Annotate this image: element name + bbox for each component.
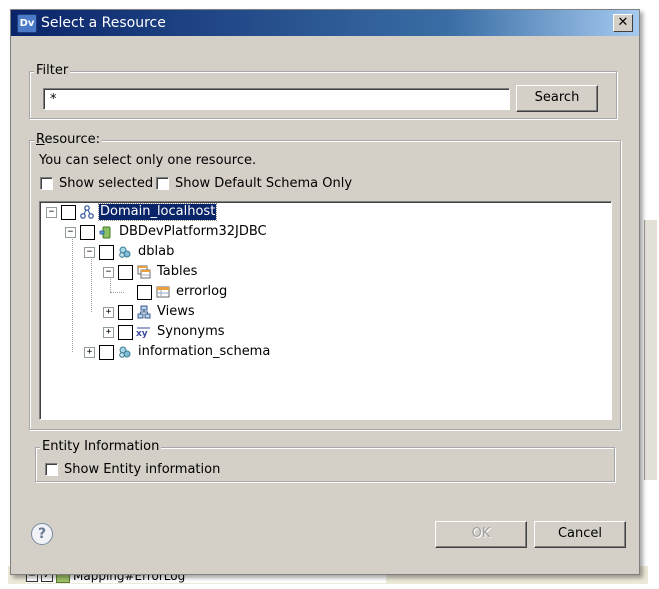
svg-text:xy: xy [136, 329, 148, 339]
select-resource-dialog: Dv Select a Resource ✕ Filter Search Res… [10, 9, 640, 575]
schema-icon [117, 344, 133, 360]
search-button[interactable]: Search [516, 85, 598, 112]
tree-checkbox[interactable] [137, 284, 152, 300]
table-icon [155, 284, 171, 300]
leaf-spacer [122, 287, 133, 298]
ok-button[interactable]: OK [435, 521, 527, 548]
show-selected-checkbox[interactable] [40, 177, 53, 190]
tree-item-label: Synonyms [157, 324, 225, 339]
resource-hint: You can select only one resource. [39, 153, 257, 168]
collapse-icon[interactable]: − [46, 206, 57, 218]
show-default-schema-option[interactable]: Show Default Schema Only [156, 176, 352, 191]
help-icon[interactable]: ? [31, 523, 53, 545]
tree-item-label: information_schema [138, 344, 271, 359]
app-icon: Dv [17, 14, 37, 33]
datasource-icon [98, 224, 114, 240]
tables-icon [136, 264, 152, 280]
tree-item-synonyms[interactable]: + xy Synonyms [103, 323, 226, 341]
close-button[interactable]: ✕ [613, 14, 633, 32]
cancel-button[interactable]: Cancel [534, 521, 626, 548]
filter-input[interactable] [43, 88, 510, 110]
tree-connector [91, 252, 92, 312]
show-default-schema-label: Show Default Schema Only [175, 176, 353, 191]
tree-checkbox[interactable] [118, 324, 133, 340]
tree-checkbox[interactable] [118, 304, 133, 320]
tree-checkbox[interactable] [99, 244, 114, 260]
resource-tree[interactable]: − Domain_localhost − DBDevPlatform32JDBC… [39, 201, 612, 420]
tree-item-domain[interactable]: − Domain_localhost [46, 203, 218, 221]
tree-checkbox[interactable] [99, 344, 114, 360]
tree-item-datasource[interactable]: − DBDevPlatform32JDBC [65, 223, 268, 241]
expand-icon[interactable]: + [103, 326, 114, 338]
schema-icon [117, 244, 133, 260]
collapse-icon[interactable]: − [103, 266, 114, 278]
collapse-icon[interactable]: − [84, 246, 95, 258]
filter-group-label: Filter [34, 63, 71, 79]
tree-item-label: DBDevPlatform32JDBC [119, 224, 267, 239]
dialog-title: Select a Resource [41, 15, 166, 31]
tree-item-label: errorlog [176, 284, 228, 299]
tree-checkbox[interactable] [80, 224, 95, 240]
show-entity-label: Show Entity information [64, 462, 221, 477]
tree-item-tables[interactable]: − Tables [103, 263, 198, 281]
domain-icon [79, 204, 95, 220]
collapse-icon[interactable]: − [65, 226, 76, 238]
tree-item-views[interactable]: + Views [103, 303, 196, 321]
show-entity-checkbox[interactable] [45, 463, 58, 476]
tree-item-information-schema[interactable]: + information_schema [84, 343, 271, 361]
tree-item-label: Tables [157, 264, 198, 279]
resource-group-label: Resource: [34, 132, 103, 148]
tree-item-label: Views [157, 304, 195, 319]
entity-group-label: Entity Information [40, 439, 162, 455]
synonyms-icon: xy [136, 324, 152, 340]
tree-item-errorlog[interactable]: errorlog [122, 283, 228, 301]
expand-icon[interactable]: + [84, 346, 95, 358]
tree-item-label: dblab [138, 244, 175, 259]
tree-checkbox[interactable] [61, 204, 76, 220]
tree-connector [72, 232, 73, 352]
resource-label-rest: esource: [44, 132, 101, 147]
show-default-schema-checkbox[interactable] [156, 177, 169, 190]
views-icon [136, 304, 152, 320]
title-bar[interactable]: Dv Select a Resource ✕ [11, 10, 639, 36]
tree-checkbox[interactable] [118, 264, 133, 280]
tree-item-label: Domain_localhost [97, 203, 218, 221]
show-entity-option[interactable]: Show Entity information [45, 462, 220, 477]
expand-icon[interactable]: + [103, 306, 114, 318]
tree-item-dblab[interactable]: − dblab [84, 243, 175, 261]
show-selected-label: Show selected [59, 176, 154, 191]
background-panel-edge [644, 220, 657, 480]
show-selected-option[interactable]: Show selected [40, 176, 153, 191]
